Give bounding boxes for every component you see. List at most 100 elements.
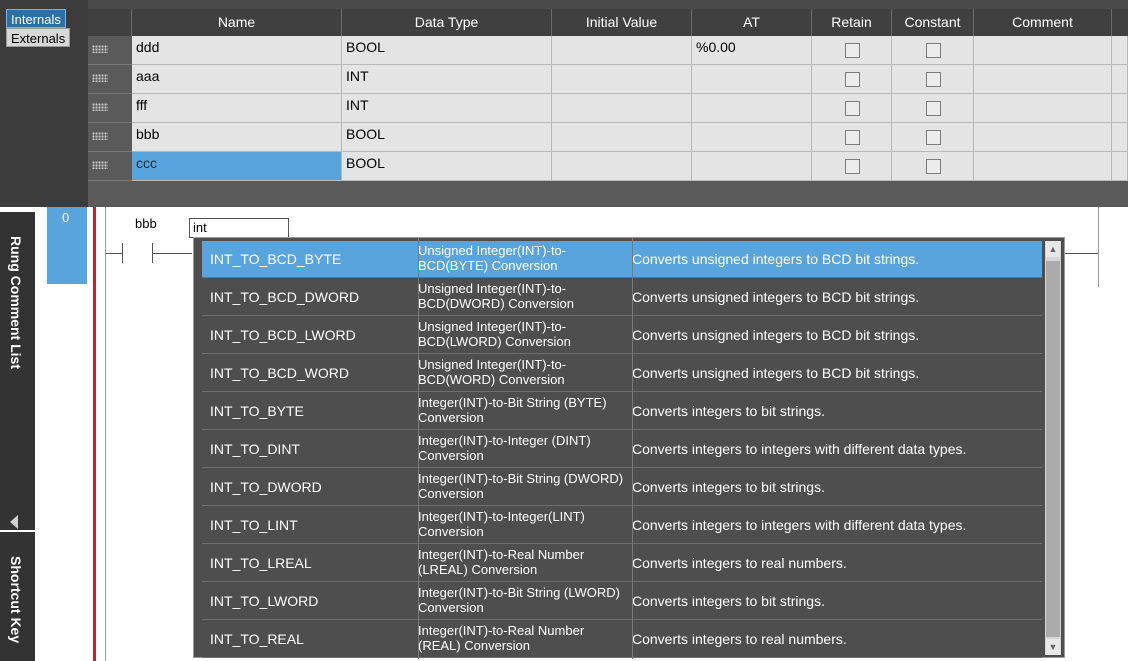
instruction-description: Integer(INT)-to-Bit String (BYTE) Conver…: [418, 395, 607, 425]
cell-constant[interactable]: [892, 94, 974, 123]
cell-comment[interactable]: [974, 94, 1112, 123]
tab-internals[interactable]: Internals: [6, 9, 66, 28]
header-comment[interactable]: Comment: [974, 9, 1112, 36]
cell-retain[interactable]: [812, 123, 892, 152]
rung-comment-list-panel[interactable]: Rung Comment List: [0, 212, 35, 530]
cell-name[interactable]: aaa: [132, 65, 342, 94]
cell-initial-value[interactable]: [552, 152, 692, 181]
shortcut-key-panel[interactable]: Shortcut Key: [0, 532, 35, 661]
scope-tabs: Internals Externals: [0, 0, 88, 207]
table-row[interactable]: ccc BOOL: [88, 152, 1128, 181]
autocomplete-item[interactable]: INT_TO_LWORD Integer(INT)-to-Bit String (…: [202, 583, 1042, 620]
cell-constant[interactable]: [892, 36, 974, 65]
instruction-detail: Converts unsigned integers to BCD bit st…: [632, 327, 920, 343]
cell-initial-value[interactable]: [552, 94, 692, 123]
instruction-detail: Converts unsigned integers to BCD bit st…: [632, 365, 920, 381]
cell-filler: [1112, 94, 1128, 123]
autocomplete-item[interactable]: INT_TO_BCD_WORD Unsigned Integer(INT)-to-…: [202, 355, 1042, 392]
cell-comment[interactable]: [974, 123, 1112, 152]
cell-comment[interactable]: [974, 152, 1112, 181]
autocomplete-item[interactable]: INT_TO_BCD_DWORD Unsigned Integer(INT)-to…: [202, 279, 1042, 316]
cell-at[interactable]: [692, 152, 812, 181]
header-at[interactable]: AT: [692, 9, 812, 36]
instruction-detail: Converts integers to real numbers.: [632, 631, 847, 647]
autocomplete-item[interactable]: INT_TO_DINT Integer(INT)-to-Integer (DINT…: [202, 431, 1042, 468]
table-row[interactable]: bbb BOOL: [88, 123, 1128, 152]
cell-constant[interactable]: [892, 65, 974, 94]
cell-data-type[interactable]: BOOL: [342, 152, 552, 181]
chevron-up-icon[interactable]: ▲: [1046, 241, 1060, 257]
cell-data-type[interactable]: INT: [342, 94, 552, 123]
right-power-rail: [1098, 207, 1099, 287]
chevron-down-icon[interactable]: ▼: [1046, 639, 1060, 655]
cell-at[interactable]: %0.00: [692, 36, 812, 65]
retain-checkbox[interactable]: [845, 72, 860, 87]
cell-constant[interactable]: [892, 152, 974, 181]
table-row[interactable]: ddd BOOL %0.00: [88, 36, 1128, 65]
cell-retain[interactable]: [812, 36, 892, 65]
constant-checkbox[interactable]: [926, 72, 941, 87]
cell-data-type[interactable]: INT: [342, 65, 552, 94]
cell-name[interactable]: ccc: [132, 152, 342, 181]
autocomplete-item[interactable]: INT_TO_BCD_LWORD Unsigned Integer(INT)-to…: [202, 317, 1042, 354]
instruction-input[interactable]: int: [189, 218, 289, 238]
instruction-detail: Converts integers to integers with diffe…: [632, 441, 967, 457]
cell-at[interactable]: [692, 94, 812, 123]
cell-data-type[interactable]: BOOL: [342, 36, 552, 65]
constant-checkbox[interactable]: [926, 130, 941, 145]
cell-initial-value[interactable]: [552, 65, 692, 94]
cell-comment[interactable]: [974, 65, 1112, 94]
constant-checkbox[interactable]: [926, 43, 941, 58]
autocomplete-item[interactable]: INT_TO_REAL Integer(INT)-to-Real Number (…: [202, 621, 1042, 658]
cell-data-type[interactable]: BOOL: [342, 123, 552, 152]
cell-retain[interactable]: [812, 65, 892, 94]
rung-number[interactable]: 0: [47, 207, 87, 284]
table-row[interactable]: aaa INT: [88, 65, 1128, 94]
cell-initial-value[interactable]: [552, 36, 692, 65]
scrollbar-thumb[interactable]: [1046, 261, 1060, 637]
cell-at[interactable]: [692, 123, 812, 152]
row-drag-handle[interactable]: [88, 152, 132, 181]
constant-checkbox[interactable]: [926, 159, 941, 174]
autocomplete-item[interactable]: INT_TO_DWORD Integer(INT)-to-Bit String (…: [202, 469, 1042, 506]
instruction-detail: Converts integers to real numbers.: [632, 555, 847, 571]
cell-filler: [1112, 123, 1128, 152]
empty-new-row[interactable]: [88, 181, 1128, 207]
cell-name[interactable]: ddd: [132, 36, 342, 65]
retain-checkbox[interactable]: [845, 43, 860, 58]
autocomplete-item[interactable]: INT_TO_LREAL Integer(INT)-to-Real Number …: [202, 545, 1042, 582]
instruction-name: INT_TO_BYTE: [210, 403, 304, 419]
header-data-type[interactable]: Data Type: [342, 9, 552, 36]
autocomplete-item[interactable]: INT_TO_BCD_BYTE Unsigned Integer(INT)-to-…: [202, 241, 1042, 278]
header-handle: [88, 9, 132, 36]
row-drag-handle[interactable]: [88, 123, 132, 152]
retain-checkbox[interactable]: [845, 159, 860, 174]
header-filler: [1112, 9, 1128, 36]
constant-checkbox[interactable]: [926, 101, 941, 116]
autocomplete-item[interactable]: INT_TO_BYTE Integer(INT)-to-Bit String (B…: [202, 393, 1042, 430]
instruction-autocomplete-list[interactable]: INT_TO_BCD_BYTE Unsigned Integer(INT)-to-…: [193, 237, 1065, 659]
header-constant[interactable]: Constant: [892, 9, 974, 36]
cell-at[interactable]: [692, 65, 812, 94]
row-drag-handle[interactable]: [88, 36, 132, 65]
cell-retain[interactable]: [812, 152, 892, 181]
cell-comment[interactable]: [974, 36, 1112, 65]
triangle-left-icon[interactable]: [10, 515, 18, 529]
retain-checkbox[interactable]: [845, 130, 860, 145]
table-row[interactable]: fff INT: [88, 94, 1128, 123]
contact-variable-label[interactable]: bbb: [135, 216, 157, 231]
cell-name[interactable]: bbb: [132, 123, 342, 152]
row-drag-handle[interactable]: [88, 94, 132, 123]
autocomplete-item[interactable]: INT_TO_LINT Integer(INT)-to-Integer(LINT)…: [202, 507, 1042, 544]
cell-initial-value[interactable]: [552, 123, 692, 152]
cell-constant[interactable]: [892, 123, 974, 152]
row-drag-handle[interactable]: [88, 65, 132, 94]
header-initial-value[interactable]: Initial Value: [552, 9, 692, 36]
tab-externals[interactable]: Externals: [6, 28, 71, 47]
cell-name[interactable]: fff: [132, 94, 342, 123]
header-retain[interactable]: Retain: [812, 9, 892, 36]
autocomplete-scrollbar[interactable]: ▲ ▼: [1045, 241, 1061, 655]
retain-checkbox[interactable]: [845, 101, 860, 116]
cell-retain[interactable]: [812, 94, 892, 123]
header-name[interactable]: Name: [132, 9, 342, 36]
